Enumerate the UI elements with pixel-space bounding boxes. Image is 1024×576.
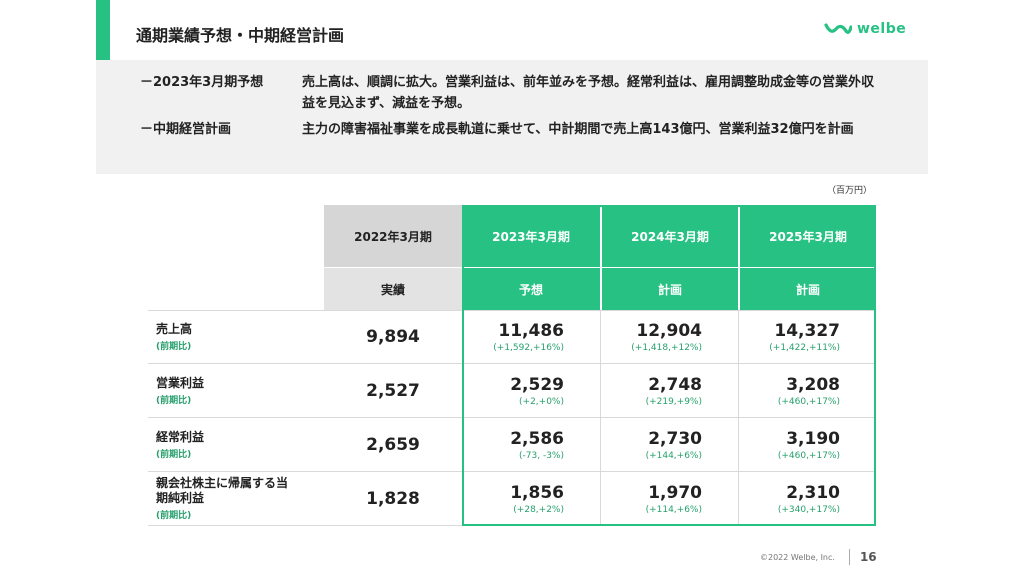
header-corner (148, 268, 324, 310)
projection-change: (+219,+9%) (645, 396, 702, 407)
column-divider (600, 310, 601, 524)
column-header-period: 2023年3月期 (462, 205, 600, 268)
summary-row: －中期経営計画 主力の障害福祉事業を成長軌道に乗せて、中計期間で売上高143億円… (140, 119, 900, 140)
projection-cell: 2,730 (+144,+6%) (600, 418, 738, 471)
column-header-period: 2025年3月期 (738, 205, 876, 268)
table-row: 経常利益 (前期比) 2,659 2,586 (-73, -3%) 2,730 … (148, 418, 876, 472)
table-row: 営業利益 (前期比) 2,527 2,529 (+2,+0%) 2,748 (+… (148, 364, 876, 418)
row-label: 営業利益 (前期比) (148, 364, 324, 417)
projection-change: (+340,+17%) (777, 504, 840, 515)
actual-value: 9,894 (366, 327, 420, 347)
projection-value: 2,730 (648, 428, 702, 449)
projection-value: 2,529 (510, 374, 564, 395)
projection-cell: 1,970 (+114,+6%) (600, 472, 738, 525)
summary-text: 主力の障害福祉事業を成長軌道に乗せて、中計期間で売上高143億円、営業利益32億… (302, 122, 854, 137)
projection-value: 14,327 (774, 321, 840, 341)
column-header-type: 実績 (324, 268, 462, 310)
projection-cell: 3,190 (+460,+17%) (738, 418, 876, 471)
row-name: 親会社株主に帰属する当期純利益 (156, 476, 289, 505)
projection-cell: 1,856 (+28,+2%) (462, 472, 600, 525)
column-header-type: 計画 (600, 268, 738, 310)
projection-value: 12,904 (636, 321, 702, 341)
projection-cell: 3,208 (+460,+17%) (738, 364, 876, 417)
page-title: 通期業績予想・中期経営計画 (136, 26, 345, 45)
row-name: 経常利益 (156, 429, 205, 444)
projection-change: (+1,592,+16%) (493, 343, 564, 353)
row-sub-label: (前期比) (156, 511, 192, 521)
page-number: 16 (859, 550, 877, 564)
footer-divider (848, 549, 850, 565)
summary: －2023年3月期予想 売上高は、順調に拡大。営業利益は、前年並みを予想。経常利… (140, 72, 900, 145)
accent-bar (96, 0, 110, 60)
projection-value: 2,586 (510, 428, 564, 449)
copyright: ©2022 Welbe, Inc. (760, 552, 835, 562)
projection-cell: 2,748 (+219,+9%) (600, 364, 738, 417)
footer: ©2022 Welbe, Inc. 16 (760, 549, 877, 565)
summary-label: －中期経営計画 (140, 122, 232, 137)
row-sub-label: (前期比) (156, 342, 192, 352)
logo: welbe (824, 19, 906, 39)
unit-label: （百万円） (826, 186, 872, 196)
summary-row: －2023年3月期予想 売上高は、順調に拡大。営業利益は、前年並みを予想。経常利… (140, 72, 900, 114)
projection-change: (+460,+17%) (777, 396, 840, 407)
projection-change: (+144,+6%) (645, 450, 702, 461)
header-corner (148, 205, 324, 268)
projection-cell: 12,904 (+1,418,+12%) (600, 311, 738, 363)
column-header-period: 2022年3月期 (324, 205, 462, 268)
forecast-table: 2022年3月期 2023年3月期 2024年3月期 2025年3月期 実績 予… (148, 205, 876, 526)
projection-value: 1,856 (510, 482, 564, 503)
projection-change: (+28,+2%) (513, 504, 564, 515)
actual-value: 2,659 (366, 434, 420, 455)
row-label: 親会社株主に帰属する当期純利益 (前期比) (148, 472, 324, 525)
projection-value: 3,190 (786, 428, 840, 449)
projection-value: 1,970 (648, 482, 702, 503)
column-header-type: 計画 (738, 268, 876, 310)
projection-change: (+460,+17%) (777, 450, 840, 461)
row-name: 営業利益 (156, 375, 205, 390)
projection-cell: 2,529 (+2,+0%) (462, 364, 600, 417)
projection-cell: 14,327 (+1,422,+11%) (738, 311, 876, 363)
projection-value: 2,310 (786, 482, 840, 503)
projection-value: 11,486 (498, 321, 564, 341)
projection-change: (+2,+0%) (519, 396, 564, 407)
row-sub-label: (前期比) (156, 395, 192, 406)
projection-change: (+114,+6%) (645, 504, 702, 515)
projection-cell: 2,586 (-73, -3%) (462, 418, 600, 471)
row-label: 経常利益 (前期比) (148, 418, 324, 471)
projection-value: 2,748 (648, 374, 702, 395)
column-divider (738, 310, 739, 524)
projection-cell: 11,486 (+1,592,+16%) (462, 311, 600, 363)
projection-value: 3,208 (786, 374, 840, 395)
row-name: 売上高 (156, 322, 193, 336)
row-label: 売上高 (前期比) (148, 311, 324, 363)
summary-text: 売上高は、順調に拡大。営業利益は、前年並みを予想。経常利益は、雇用調整助成金等の… (302, 75, 875, 111)
table-row: 売上高 (前期比) 9,894 11,486 (+1,592,+16%) 12,… (148, 310, 876, 364)
projection-change: (-73, -3%) (519, 450, 564, 461)
welbe-logo-icon (824, 23, 852, 34)
actual-value: 1,828 (366, 488, 420, 509)
summary-label: －2023年3月期予想 (140, 75, 264, 90)
projection-change: (+1,422,+11%) (769, 343, 840, 353)
table-row: 親会社株主に帰属する当期純利益 (前期比) 1,828 1,856 (+28,+… (148, 472, 876, 526)
projection-change: (+1,418,+12%) (631, 343, 702, 353)
column-header-period: 2024年3月期 (600, 205, 738, 268)
logo-text: welbe (857, 21, 907, 37)
row-sub-label: (前期比) (156, 449, 192, 460)
projection-cell: 2,310 (+340,+17%) (738, 472, 876, 525)
column-header-type: 予想 (462, 268, 600, 310)
actual-value: 2,527 (366, 380, 420, 401)
